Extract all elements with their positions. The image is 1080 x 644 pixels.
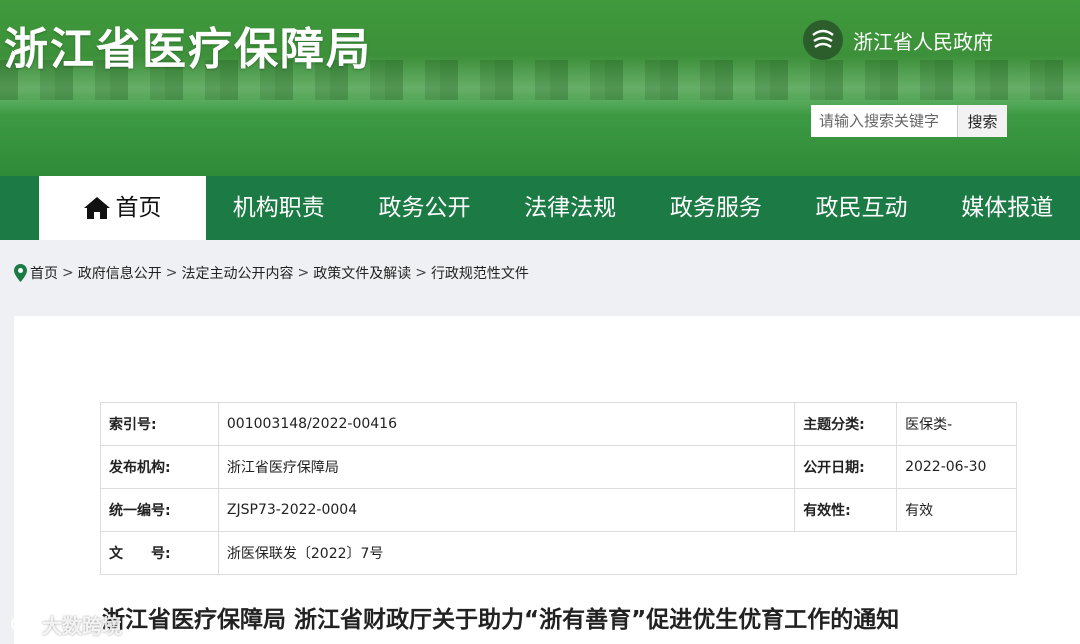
meta-label: 文 号: bbox=[100, 531, 219, 575]
gov-link-label: 浙江省人民政府 bbox=[853, 29, 993, 54]
meta-value: 2022-06-30 bbox=[896, 445, 1017, 489]
nav-item-media[interactable]: 媒体报道 bbox=[934, 176, 1080, 240]
nav-item-org[interactable]: 机构职责 bbox=[206, 176, 352, 240]
nav-item-laws[interactable]: 法律法规 bbox=[497, 176, 643, 240]
nav-label: 首页 bbox=[115, 195, 162, 221]
meta-value: 医保类- bbox=[896, 402, 1017, 446]
meta-label: 主题分类: bbox=[794, 402, 898, 446]
content-panel: 索引号: 001003148/2022-00416 主题分类: 医保类- 发布机… bbox=[14, 316, 1080, 644]
meta-value: 001003148/2022-00416 bbox=[217, 402, 796, 446]
breadcrumb-item-policy[interactable]: 政策文件及解读 bbox=[313, 263, 411, 283]
meta-label: 统一编号: bbox=[100, 488, 219, 532]
breadcrumb-separator: > bbox=[415, 265, 427, 281]
search-button[interactable]: 搜索 bbox=[957, 105, 1007, 137]
document-meta-table: 索引号: 001003148/2022-00416 主题分类: 医保类- 发布机… bbox=[100, 402, 1018, 575]
breadcrumb-separator: > bbox=[297, 265, 310, 281]
search-box: 搜索 bbox=[811, 105, 1007, 137]
table-row: 统一编号: ZJSP73-2022-0004 有效性: 有效 bbox=[100, 488, 1017, 532]
gov-link[interactable]: 浙江省人民政府 bbox=[803, 20, 993, 60]
watermark-text: 大数跨境 bbox=[42, 613, 122, 638]
table-row: 发布机构: 浙江省医疗保障局 公开日期: 2022-06-30 bbox=[100, 445, 1017, 489]
nav-item-home[interactable]: 首页 bbox=[39, 176, 206, 240]
watermark: 大数跨境 bbox=[10, 610, 122, 638]
table-row: 索引号: 001003148/2022-00416 主题分类: 医保类- bbox=[100, 402, 1017, 446]
nav-item-affairs[interactable]: 政务公开 bbox=[352, 176, 498, 240]
meta-label: 有效性: bbox=[794, 488, 898, 532]
meta-label: 公开日期: bbox=[794, 445, 898, 489]
nav-item-interaction[interactable]: 政民互动 bbox=[789, 176, 935, 240]
table-row: 文 号: 浙医保联发〔2022〕7号 bbox=[100, 531, 1018, 575]
meta-value: 浙医保联发〔2022〕7号 bbox=[217, 531, 1018, 575]
meta-value: 浙江省医疗保障局 bbox=[217, 445, 796, 489]
gov-emblem-icon bbox=[803, 20, 843, 60]
meta-value: ZJSP73-2022-0004 bbox=[217, 488, 796, 532]
home-icon bbox=[83, 196, 111, 220]
meta-label: 发布机构: bbox=[100, 445, 219, 489]
breadcrumb: 首页 > 政府信息公开 > 法定主动公开内容 > 政策文件及解读 > 行政规范性… bbox=[14, 262, 529, 284]
breadcrumb-item-home[interactable]: 首页 bbox=[30, 263, 58, 283]
watermark-logo-icon bbox=[10, 613, 36, 635]
meta-label: 索引号: bbox=[100, 402, 219, 446]
header-banner: 浙江省医疗保障局 浙江省人民政府 搜索 bbox=[0, 0, 1080, 176]
nav-item-services[interactable]: 政务服务 bbox=[643, 176, 789, 240]
search-input[interactable] bbox=[811, 105, 957, 137]
main-nav: 首页 机构职责 政务公开 法律法规 政务服务 政民互动 媒体报道 bbox=[0, 176, 1080, 240]
breadcrumb-item-info[interactable]: 政府信息公开 bbox=[78, 263, 162, 283]
breadcrumb-item-normative[interactable]: 行政规范性文件 bbox=[431, 263, 529, 283]
breadcrumb-separator: > bbox=[165, 265, 178, 281]
breadcrumb-item-statutory[interactable]: 法定主动公开内容 bbox=[181, 263, 293, 283]
document-title: 浙江省医疗保障局 浙江省财政厅关于助力“浙有善育”促进优生优育工作的通知 bbox=[102, 607, 900, 633]
site-title[interactable]: 浙江省医疗保障局 bbox=[4, 22, 372, 78]
meta-value: 有效 bbox=[896, 488, 1017, 532]
breadcrumb-separator: > bbox=[62, 265, 74, 281]
location-pin-icon bbox=[14, 264, 27, 282]
